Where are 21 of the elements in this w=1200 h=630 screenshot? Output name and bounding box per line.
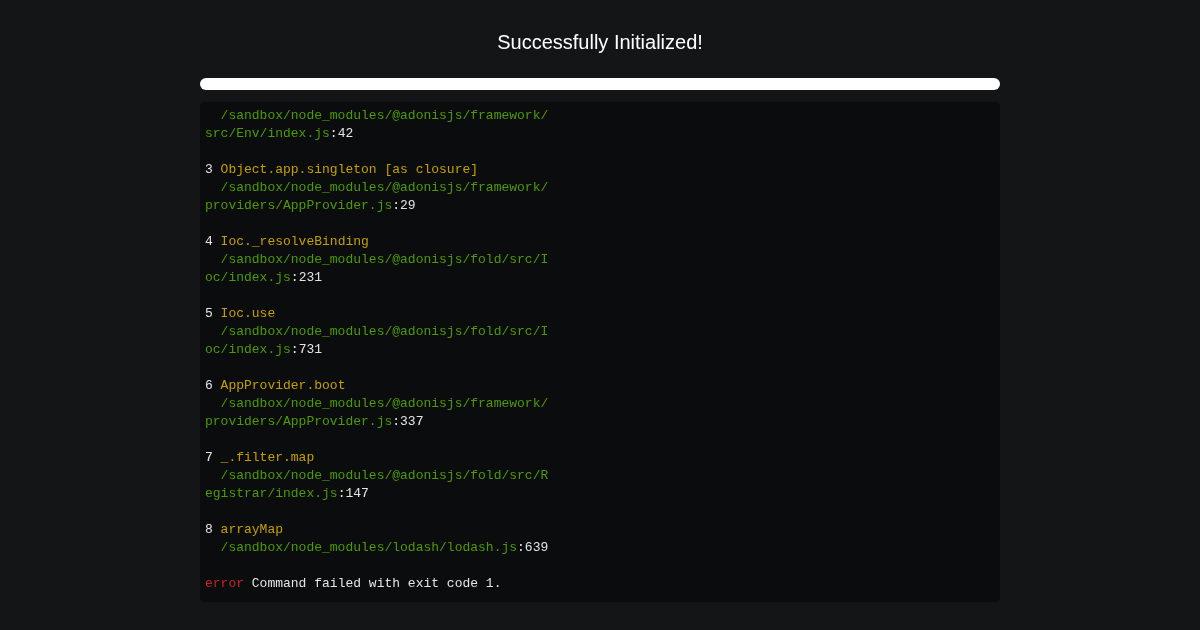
log-line: 5 Ioc.use [205, 305, 276, 323]
log-line: /sandbox/node_modules/@adonisjs/fold/src/I [219, 323, 549, 341]
log-line: /sandbox/node_modules/@adonisjs/framework/ [219, 107, 549, 125]
log-line: src/Env/index.js:42 [205, 125, 354, 143]
log-line: providers/AppProvider.js:29 [205, 197, 416, 215]
log-line: 7 _.filter.map [205, 449, 315, 467]
log-line: oc/index.js:731 [205, 341, 323, 359]
log-line: /sandbox/node_modules/@adonisjs/fold/src/R [219, 467, 549, 485]
status-title: Successfully Initialized! [497, 30, 703, 54]
log-line: /sandbox/node_modules/@adonisjs/fold/src/I [219, 251, 549, 269]
log-line: /sandbox/node_modules/@adonisjs/framework/ [219, 395, 549, 413]
log-line: 3 Object.app.singleton [as closure] [205, 161, 479, 179]
log-line: 4 Ioc._resolveBinding [205, 233, 369, 251]
log-line: providers/AppProvider.js:337 [205, 413, 424, 431]
log-line: /sandbox/node_modules/lodash/lodash.js:639 [219, 539, 549, 557]
log-line: 6 AppProvider.boot [205, 377, 346, 395]
log-line: 8 arrayMap [205, 521, 284, 539]
log-line: oc/index.js:231 [205, 269, 323, 287]
log-line: /sandbox/node_modules/@adonisjs/framework/ [219, 179, 549, 197]
log-line: error Command failed with exit code 1. [205, 575, 502, 593]
log-line: egistrar/index.js:147 [205, 485, 369, 503]
